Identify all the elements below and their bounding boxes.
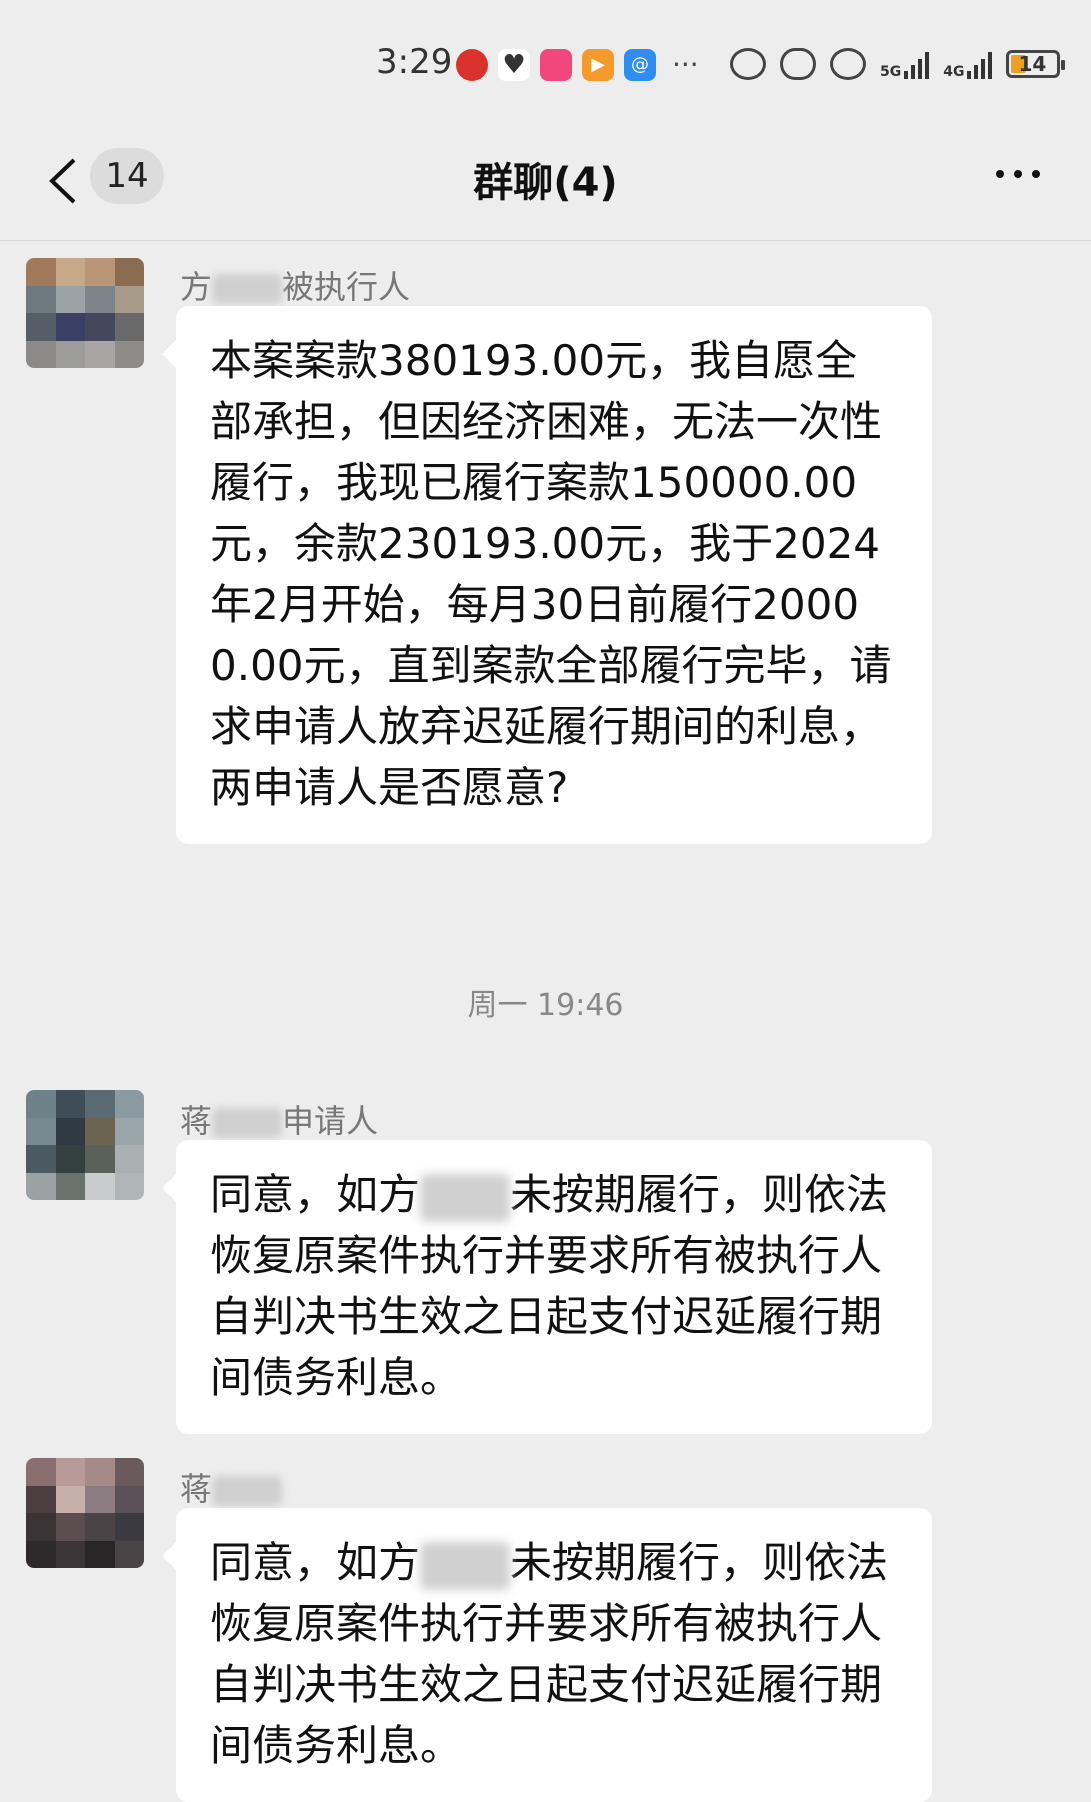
more-notifications-icon: ··· (672, 48, 699, 81)
chat-timestamp: 周一 19:46 (467, 988, 624, 1023)
app-notification-icon (456, 48, 488, 81)
play-icon: ▶ (582, 48, 614, 81)
redacted-name (420, 1541, 511, 1590)
avatar[interactable] (26, 1458, 144, 1568)
network-5g-label: 5G (880, 64, 902, 80)
chat-header: 14 群聊(4) (0, 130, 1091, 241)
message-bubble[interactable]: 同意，如方 未按期履行，则依法恢复原案件执行并要求所有被执行人自判决书生效之日起支… (162, 1140, 932, 1434)
avatar[interactable] (26, 1090, 144, 1200)
avatar[interactable] (26, 258, 144, 368)
message-text: 同意，如方 (210, 1170, 421, 1219)
sender-name: 蒋 (180, 1464, 283, 1510)
signal-icon (967, 49, 993, 79)
data-saver-icon (730, 48, 766, 80)
redacted-name (420, 1173, 511, 1222)
eye-icon (780, 48, 816, 80)
app-notification-icon: @ (624, 48, 656, 81)
message-bubble[interactable]: 本案案款380193.00元，我自愿全部承担，但因经济困难，无法一次性履行，我现… (162, 306, 932, 844)
status-bar: 3:29 ♥ ▶ @ ··· 5G 4G 14 (0, 0, 1091, 130)
notification-icons: ♥ ▶ @ ··· (456, 48, 699, 81)
chat-title: 群聊(4) (473, 160, 618, 206)
message-text: 本案案款380193.00元，我自愿全部承担，但因经济困难，无法一次性履行，我现… (210, 336, 892, 812)
sender-name: 方被执行人 (180, 268, 411, 306)
battery-level: 14 (1018, 52, 1047, 76)
message-bubble[interactable]: 同意，如方 未按期履行，则依法恢复原案件执行并要求所有被执行人自判决书生效之日起支… (162, 1508, 932, 1802)
more-options-icon[interactable] (996, 170, 1040, 178)
signal-icon (904, 49, 930, 79)
status-time: 3:29 (376, 42, 453, 82)
network-4g-label: 4G (943, 64, 965, 80)
heart-icon: ♥ (498, 48, 530, 81)
system-icons: 5G 4G 14 (730, 48, 1066, 80)
message-text: 同意，如方 (210, 1538, 421, 1587)
sender-name: 蒋申请人 (180, 1102, 379, 1140)
battery-icon: 14 (1006, 50, 1066, 78)
app-notification-icon (540, 48, 572, 81)
alarm-icon (830, 48, 866, 80)
